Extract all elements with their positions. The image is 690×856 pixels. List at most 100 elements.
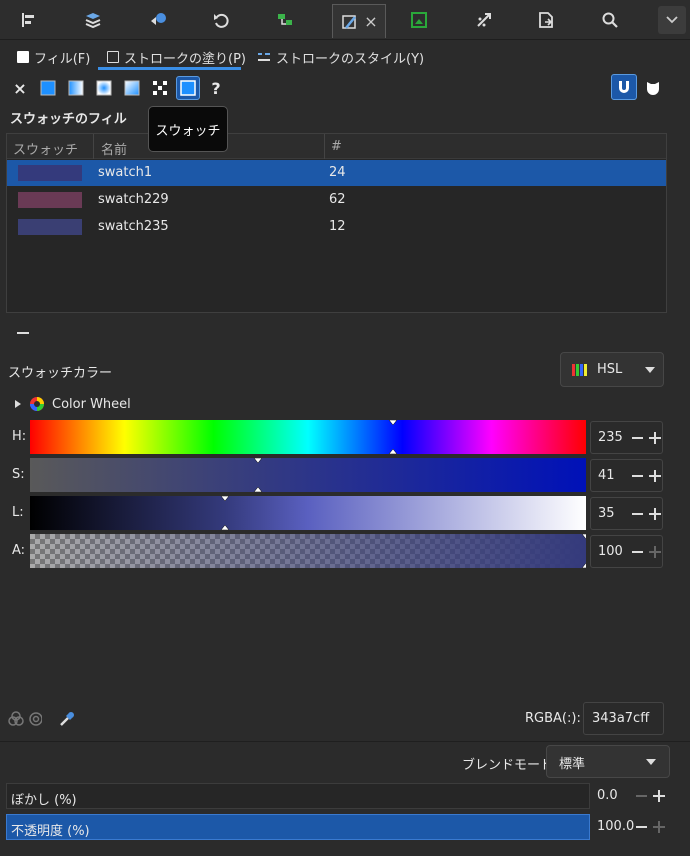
table-row[interactable]: swatch1 24 (7, 160, 666, 186)
tab-fill-label: フィル(F) (34, 51, 91, 67)
unset-paint-icon: ? (211, 78, 221, 98)
fill-checkbox-icon (17, 51, 29, 63)
column-separator (93, 134, 94, 159)
close-icon[interactable]: × (364, 12, 377, 31)
column-separator (324, 134, 325, 159)
saturation-value: 41 (598, 468, 615, 483)
alpha-spin[interactable]: 100 (590, 535, 663, 568)
tab-stroke-paint[interactable]: ストロークの塗り(P) (107, 46, 246, 68)
align-icon[interactable] (10, 6, 46, 34)
minus-icon[interactable] (632, 551, 643, 553)
fill-rule-nonzero-icon (647, 82, 659, 95)
blur-slider[interactable]: ぼかし (%) (6, 783, 590, 809)
lightness-slider[interactable] (30, 496, 586, 530)
mesh-gradient-button[interactable] (121, 77, 143, 99)
swatch-list: スウォッチ 名前 # swatch1 24 swatch229 62 swatc… (6, 133, 667, 313)
column-name[interactable]: 名前 (101, 139, 127, 158)
blur-value: 0.0 (597, 788, 618, 803)
radial-gradient-button[interactable] (93, 77, 115, 99)
blend-mode-label: ブレンドモード: (462, 758, 558, 773)
remove-swatch-button[interactable] (17, 332, 29, 334)
minus-icon[interactable] (632, 437, 643, 439)
export-icon[interactable] (401, 6, 437, 34)
table-row[interactable]: swatch235 12 (7, 214, 666, 240)
fill-rule-nonzero-button[interactable] (642, 77, 664, 99)
slider-marker[interactable] (30, 458, 586, 492)
separator (0, 741, 690, 742)
hue-slider[interactable] (30, 420, 586, 454)
minus-icon[interactable] (632, 513, 643, 515)
lightness-spin[interactable]: 35 (590, 497, 663, 530)
swatch-name: swatch1 (98, 165, 153, 180)
tab-stroke-style[interactable]: ストロークのスタイル(Y) (257, 46, 424, 68)
fill-rule-evenodd-button[interactable] (611, 74, 637, 100)
slider-marker[interactable] (30, 534, 586, 568)
plus-icon (654, 546, 656, 558)
no-paint-icon: × (13, 78, 27, 98)
saturation-spin[interactable]: 41 (590, 459, 663, 492)
alpha-slider[interactable] (30, 534, 586, 568)
column-swatch[interactable]: スウォッチ (13, 139, 78, 158)
swatch-button[interactable] (176, 76, 200, 100)
minus-icon[interactable] (636, 826, 647, 828)
color-mode-select[interactable]: HSL (560, 352, 664, 387)
swatch-name: swatch235 (98, 219, 169, 234)
slider-marker[interactable] (30, 420, 586, 454)
blend-mode-select[interactable]: 標準 (546, 745, 670, 778)
undo-history-icon[interactable] (203, 6, 239, 34)
color-wheel-icon (30, 397, 44, 411)
alpha-label: A: (12, 543, 26, 558)
swatch-color-label: スウォッチカラー (8, 366, 113, 381)
object-properties-icon[interactable] (140, 6, 176, 34)
rgba-input[interactable]: 343a7cff (583, 702, 664, 735)
color-wheel-label: Color Wheel (52, 396, 131, 412)
document-properties-icon[interactable] (528, 6, 564, 34)
flat-color-icon (40, 80, 56, 96)
eyedropper-icon[interactable] (58, 710, 76, 728)
dialog-toolbar: × (0, 0, 690, 40)
stroke-style-icon (258, 53, 270, 61)
expander-arrow-icon (15, 400, 21, 408)
pattern-icon (153, 81, 167, 95)
tab-stroke-paint-label: ストロークの塗り(P) (124, 51, 246, 67)
swatch-count: 24 (329, 165, 346, 180)
linear-gradient-icon (68, 80, 84, 96)
plus-icon (654, 508, 656, 520)
minus-icon[interactable] (632, 475, 643, 477)
hue-spin[interactable]: 235 (590, 421, 663, 454)
alpha-value: 100 (598, 544, 623, 559)
unset-paint-button[interactable]: ? (205, 77, 227, 99)
search-icon[interactable] (592, 6, 628, 34)
minus-icon (636, 795, 647, 797)
blur-spin[interactable]: 0.0 (592, 783, 668, 809)
tab-fill[interactable]: フィル(F) (17, 46, 90, 68)
slider-marker[interactable] (30, 496, 586, 530)
hue-value: 235 (598, 430, 623, 445)
transform-icon[interactable] (466, 6, 502, 34)
column-count[interactable]: # (331, 139, 342, 154)
lightness-value: 35 (598, 506, 615, 521)
paint-type-row: × ? (0, 72, 690, 102)
opacity-spin[interactable]: 100.0 (592, 814, 668, 840)
layers-icon[interactable] (75, 6, 111, 34)
mesh-gradient-icon (124, 80, 140, 96)
chevron-down-icon (666, 16, 678, 24)
no-paint-button[interactable]: × (9, 77, 31, 99)
swatch-chip (18, 219, 82, 235)
swatch-list-header: スウォッチ 名前 # (7, 134, 666, 159)
saturation-slider[interactable] (30, 458, 586, 492)
swatch-icon (180, 80, 196, 96)
opacity-value: 100.0 (597, 819, 635, 834)
color-wheel-expander[interactable]: Color Wheel (14, 396, 131, 412)
table-row[interactable]: swatch229 62 (7, 187, 666, 213)
color-managed-icon[interactable] (8, 711, 42, 727)
xml-editor-icon[interactable] (267, 6, 303, 34)
flat-color-button[interactable] (37, 77, 59, 99)
toolbar-overflow-button[interactable] (658, 6, 686, 34)
opacity-slider[interactable]: 不透明度 (%) (6, 814, 590, 840)
fill-stroke-tab[interactable]: × (332, 4, 386, 38)
pattern-button[interactable] (149, 77, 171, 99)
linear-gradient-button[interactable] (65, 77, 87, 99)
color-mode-icon (572, 363, 587, 376)
swatch-tooltip: スウォッチ (148, 106, 228, 152)
